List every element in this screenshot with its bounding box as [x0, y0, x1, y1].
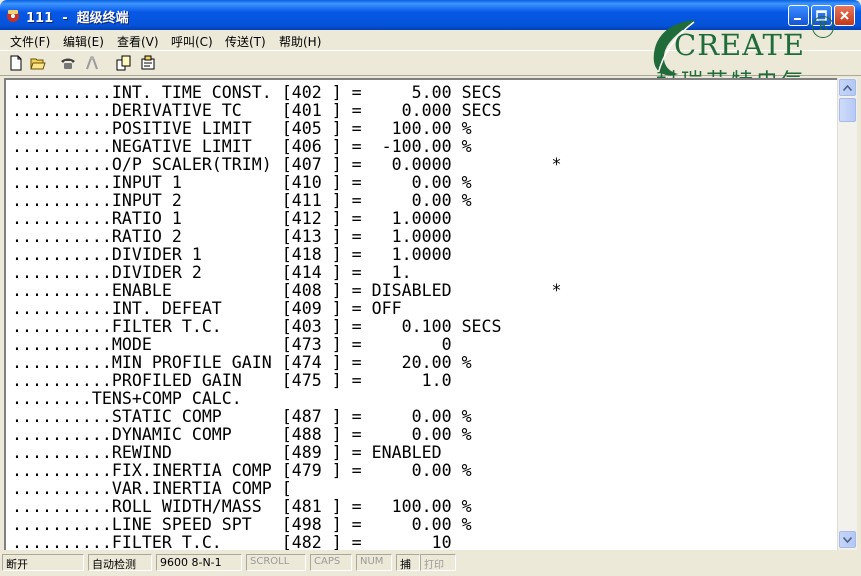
status-scroll: SCROLL — [246, 554, 306, 571]
terminal-line: ........TENS+COMP CALC. — [12, 389, 242, 408]
terminal-line: ..........O/P SCALER(TRIM) [407 ] = 0.00… — [12, 155, 562, 174]
terminal-line: ..........PROFILED GAIN [475 ] = 1.0 — [12, 371, 452, 390]
menu-edit[interactable]: 编辑(E) — [63, 33, 104, 50]
terminal-line: ..........INPUT 2 [411 ] = 0.00 % — [12, 191, 472, 210]
terminal-line: ..........STATIC COMP [487 ] = 0.00 % — [12, 407, 472, 426]
terminal-line: ..........LINE SPEED SPT [498 ] = 0.00 % — [12, 515, 472, 534]
status-caps: CAPS — [310, 554, 352, 571]
menu-view[interactable]: 查看(V) — [117, 33, 159, 50]
status-bar: 断开 自动检测 9600 8-N-1 SCROLL CAPS NUM 捕 打印 — [0, 551, 861, 576]
terminal-line: ..........DIVIDER 2 [414 ] = 1. — [12, 263, 412, 282]
send-icon[interactable] — [116, 55, 132, 71]
menu-file[interactable]: 文件(F) — [10, 33, 50, 50]
terminal-line: ..........DYNAMIC COMP [488 ] = 0.00 % — [12, 425, 472, 444]
open-icon[interactable] — [30, 55, 46, 71]
menu-help[interactable]: 帮助(H) — [279, 33, 321, 50]
scroll-down-button[interactable] — [839, 531, 856, 548]
terminal-window[interactable]: ..........INT. TIME CONST. [402 ] = 5.00… — [4, 78, 837, 550]
terminal-line: ..........INT. TIME CONST. [402 ] = 5.00… — [12, 83, 502, 102]
menu-call[interactable]: 呼叫(C) — [171, 33, 213, 50]
terminal-line: ..........ENABLE [408 ] = DISABLED * — [12, 281, 562, 300]
terminal-line: ..........FILTER T.C. [403 ] = 0.100 SEC… — [12, 317, 502, 336]
status-num: NUM — [356, 554, 392, 571]
status-print: 打印 — [420, 554, 456, 571]
terminal-line: ..........REWIND [489 ] = ENABLED — [12, 443, 442, 462]
disconnect-icon[interactable] — [84, 55, 100, 71]
terminal-line: ..........RATIO 2 [413 ] = 1.0000 — [12, 227, 452, 246]
window-title: 111 - 超级终端 — [26, 11, 129, 26]
terminal-line: ..........POSITIVE LIMIT [405 ] = 100.00… — [12, 119, 472, 138]
status-capture: 捕 — [396, 554, 420, 571]
terminal-line: ..........RATIO 1 [412 ] = 1.0000 — [12, 209, 452, 228]
terminal-line: ..........INT. DEFEAT [409 ] = OFF — [12, 299, 402, 318]
terminal-line: ..........MIN PROFILE GAIN [474 ] = 20.0… — [12, 353, 472, 372]
terminal-line: ..........FIX.INERTIA COMP [479 ] = 0.00… — [12, 461, 472, 480]
close-icon — [840, 11, 849, 20]
terminal-line: ..........DERIVATIVE TC [401 ] = 0.000 S… — [12, 101, 502, 120]
new-connection-icon[interactable] — [8, 55, 24, 71]
terminal-line: ..........MODE [473 ] = 0 — [12, 335, 452, 354]
terminal-line: ..........ROLL WIDTH/MASS [481 ] = 100.0… — [12, 497, 472, 516]
terminal-line: ..........NEGATIVE LIMIT [406 ] = -100.0… — [12, 137, 472, 156]
scroll-up-button[interactable] — [839, 79, 856, 96]
terminal-line: ..........VAR.INERTIA COMP [ — [12, 479, 292, 498]
arrow-down-icon — [843, 536, 852, 543]
status-detect: 自动检测 — [88, 554, 152, 571]
arrow-up-icon — [843, 84, 852, 91]
registered-mark: R — [812, 16, 834, 38]
terminal-output: ..........INT. TIME CONST. [402 ] = 5.00… — [12, 83, 562, 551]
terminal-line: ..........FILTER T.C. [482 ] = 10 — [12, 533, 452, 551]
status-connection: 断开 — [2, 554, 84, 571]
vertical-scrollbar[interactable] — [837, 78, 857, 550]
properties-icon[interactable] — [140, 55, 156, 71]
menu-transfer[interactable]: 传送(T) — [225, 33, 266, 50]
call-icon[interactable] — [60, 55, 76, 71]
terminal-line: ..........DIVIDER 1 [418 ] = 1.0000 — [12, 245, 452, 264]
scroll-thumb[interactable] — [839, 98, 856, 122]
hyperterminal-app-icon[interactable] — [5, 7, 21, 23]
terminal-line: ..........INPUT 1 [410 ] = 0.00 % — [12, 173, 472, 192]
status-port-settings: 9600 8-N-1 — [156, 554, 242, 571]
logo-wordmark: CREATE — [674, 28, 806, 62]
